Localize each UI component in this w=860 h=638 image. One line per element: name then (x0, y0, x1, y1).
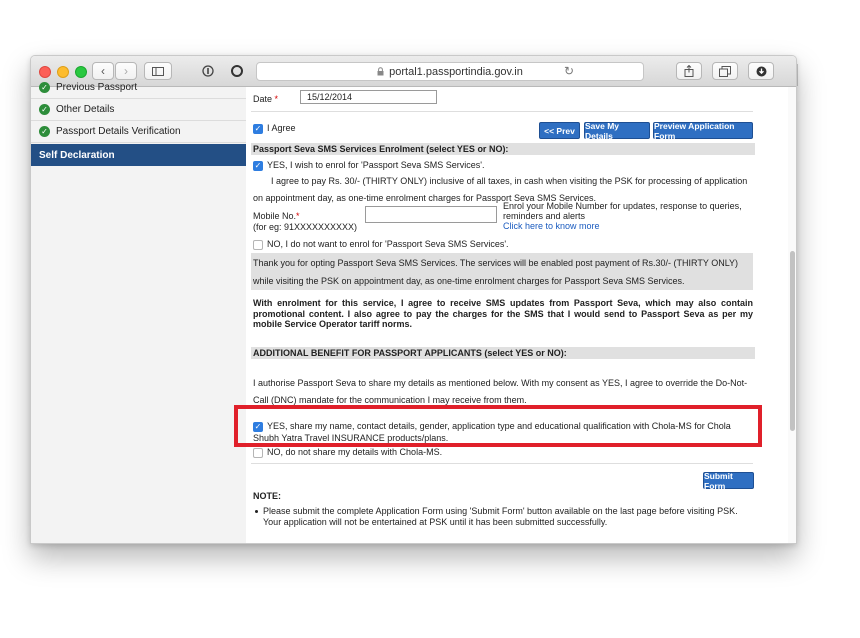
highlight-box (234, 405, 762, 447)
sms-yes-checkbox[interactable]: ✓ (253, 161, 263, 171)
submit-form-button[interactable]: Submit Form (703, 471, 754, 491)
sidebar-item-passport-details-verification[interactable]: ✓ Passport Details Verification (31, 121, 246, 143)
i-agree-label: I Agree (267, 123, 296, 133)
sidebar-item-label: Other Details (56, 104, 115, 115)
sidebar-item-label: Self Declaration (39, 149, 115, 161)
sms-thank-you-notice: Thank you for opting Passport Seva SMS S… (251, 253, 753, 290)
share-icon (684, 65, 694, 77)
tabs-overview-button[interactable] (712, 62, 738, 80)
reload-button[interactable]: ↻ (561, 62, 577, 80)
chevron-left-icon: ‹ (101, 64, 105, 78)
download-icon (756, 66, 766, 76)
mobile-example-text: (for eg: 91XXXXXXXXXX) (253, 222, 358, 232)
dnc-authorisation-text: I authorise Passport Seva to share my de… (253, 378, 748, 405)
address-bar[interactable]: portal1.passportindia.gov.in (256, 62, 644, 81)
divider (251, 111, 753, 112)
check-circle-icon: ✓ (39, 126, 50, 137)
i-agree-checkbox[interactable]: ✓ (253, 124, 263, 134)
chevron-right-icon: › (124, 64, 128, 78)
check-circle-icon: ✓ (39, 82, 50, 93)
sidebar-item-previous-passport[interactable]: ✓ Previous Passport (31, 77, 246, 99)
sms-no-label: NO, I do not want to enrol for 'Passport… (267, 239, 509, 249)
share-details-no-label: NO, do not share my details with Chola-M… (267, 447, 443, 457)
share-details-no-checkbox[interactable] (253, 448, 263, 458)
sms-yes-label: YES, I wish to enrol for 'Passport Seva … (267, 160, 485, 170)
scrollbar-thumb[interactable] (790, 251, 795, 431)
sms-section-heading: Passport Seva SMS Services Enrolment (se… (251, 143, 755, 155)
lock-icon (377, 67, 384, 76)
sidebar-item-other-details[interactable]: ✓ Other Details (31, 99, 246, 121)
mobile-number-input[interactable] (365, 206, 497, 223)
downloads-button[interactable] (748, 62, 774, 80)
know-more-link[interactable]: Click here to know more (503, 221, 600, 231)
bullet (255, 510, 258, 513)
sms-no-checkbox[interactable] (253, 240, 263, 250)
sidebar-item-self-declaration[interactable]: Self Declaration (31, 144, 246, 166)
circle-icon (231, 65, 243, 77)
divider (251, 463, 753, 464)
check-circle-icon: ✓ (39, 104, 50, 115)
tabs-icon (719, 65, 731, 77)
self-declaration-form: Date * 15/12/2014 ✓ I Agree << Prev Save… (247, 87, 777, 543)
share-button[interactable] (676, 62, 702, 80)
prev-button[interactable]: << Prev (539, 122, 580, 139)
url-text: portal1.passportindia.gov.in (389, 65, 523, 78)
application-steps-sidebar: ✓ Previous Passport ✓ Other Details ✓ Pa… (31, 82, 246, 543)
reload-icon: ↻ (563, 64, 575, 78)
preview-application-form-button[interactable]: Preview Application Form (653, 121, 753, 141)
sidebar-item-label: Previous Passport (56, 82, 138, 93)
note-item: Please submit the complete Application F… (263, 506, 738, 527)
save-my-details-button[interactable]: Save My Details (584, 121, 650, 141)
sidebar-item-label: Passport Details Verification (56, 126, 181, 137)
note-heading: NOTE: (253, 491, 281, 501)
sms-terms-text: With enrolment for this service, I agree… (253, 298, 753, 329)
additional-benefit-heading: ADDITIONAL BENEFIT FOR PASSPORT APPLICAN… (251, 347, 755, 359)
sidebar-icon (152, 66, 164, 76)
mobile-label: Mobile No.* (253, 211, 300, 221)
browser-window: ‹ › portal1.passportindia.gov.in ↻ ✓ Pre… (30, 55, 797, 544)
date-label: Date * (253, 94, 279, 104)
shield-icon (202, 65, 214, 77)
date-field[interactable]: 15/12/2014 (300, 90, 437, 104)
mobile-help-text: Enrol your Mobile Number for updates, re… (503, 201, 742, 221)
